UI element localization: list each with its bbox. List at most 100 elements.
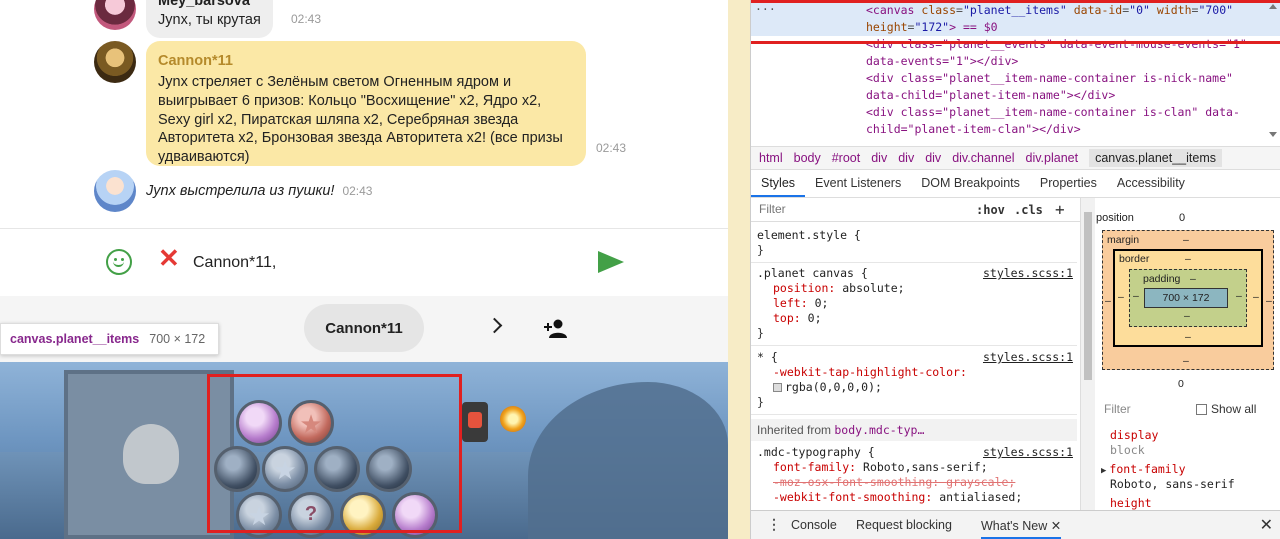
- emoji-icon[interactable]: [106, 249, 132, 275]
- breadcrumb-item-active[interactable]: canvas.planet__items: [1089, 149, 1222, 167]
- devtools-inspect-tooltip: canvas.planet__items 700 × 172: [0, 323, 219, 355]
- send-icon[interactable]: [598, 251, 624, 273]
- styles-pane: :hov .cls + element.style { } .planet ca…: [751, 198, 1081, 510]
- css-property[interactable]: left: 0;: [757, 296, 1071, 311]
- breadcrumb-item[interactable]: div: [898, 151, 914, 165]
- scroll-down-icon[interactable]: [1269, 132, 1277, 137]
- prize-slot[interactable]: [392, 492, 438, 538]
- css-property[interactable]: -webkit-tap-highlight-color:: [757, 365, 1071, 380]
- computed-value: block: [1110, 443, 1145, 457]
- prize-slot[interactable]: [288, 400, 334, 446]
- computed-property[interactable]: ▶ font-family: [1101, 462, 1186, 476]
- element-line[interactable]: <div class="planet__item-name-container …: [866, 70, 1233, 87]
- breadcrumb-item[interactable]: div.planet: [1026, 151, 1079, 165]
- message-time: 02:43: [342, 184, 373, 198]
- breadcrumb-item[interactable]: div.channel: [952, 151, 1014, 165]
- inherited-header: Inherited from body.mdc-typ…: [751, 419, 1077, 441]
- color-swatch-icon[interactable]: [773, 383, 782, 392]
- hov-toggle[interactable]: :hov: [976, 203, 1005, 217]
- show-all-checkbox[interactable]: Show all: [1196, 402, 1256, 416]
- rule-source-link[interactable]: styles.scss:1: [983, 350, 1073, 365]
- element-line[interactable]: <div class="planet__item-name-container …: [866, 104, 1240, 121]
- devtools-panel: ··· <canvas class="planet__items" data-i…: [750, 0, 1280, 539]
- css-property[interactable]: font-family: Roboto,sans-serif;: [757, 460, 1071, 475]
- box-model-padding[interactable]: padding – – – – 700 × 172: [1129, 269, 1247, 327]
- drawer-tab-console[interactable]: Console: [791, 518, 837, 532]
- message-author[interactable]: Cannon*11: [158, 52, 574, 71]
- prize-slot[interactable]: [262, 446, 308, 492]
- tab-styles[interactable]: Styles: [751, 170, 806, 197]
- breadcrumb-item[interactable]: html: [759, 151, 783, 165]
- inherited-from-link[interactable]: body.mdc-typ…: [834, 423, 924, 437]
- add-rule-icon[interactable]: +: [1055, 200, 1065, 219]
- rule-selector[interactable]: element.style {: [757, 228, 1071, 243]
- tab-accessibility[interactable]: Accessibility: [1107, 170, 1195, 197]
- triangle-right-icon[interactable]: ▶: [1101, 466, 1106, 476]
- message-bubble: Mey_barsova Jynx, ты крутая 02:43: [146, 0, 321, 38]
- system-message: Jynx выстрелила из пушки! 02:43: [146, 183, 372, 199]
- tab-dom-breakpoints[interactable]: DOM Breakpoints: [911, 170, 1030, 197]
- breadcrumb-item[interactable]: #root: [832, 151, 861, 165]
- message-time: 02:43: [291, 12, 322, 26]
- tooltip-selector: canvas.planet__items: [10, 332, 140, 346]
- rule-close: }: [757, 395, 764, 409]
- breadcrumb: html body #root div div div div.channel …: [751, 146, 1280, 170]
- drawer-tab-request-blocking[interactable]: Request blocking: [856, 518, 952, 532]
- box-model-margin[interactable]: margin – – – – border – – – – padding – …: [1102, 230, 1274, 370]
- rule-source-link[interactable]: styles.scss:1: [983, 445, 1073, 460]
- element-line[interactable]: child="planet-item-clan"></div>: [866, 121, 1081, 138]
- rule-source-link[interactable]: styles.scss:1: [983, 266, 1073, 281]
- breadcrumb-item[interactable]: body: [794, 151, 821, 165]
- element-line[interactable]: data-events="1"></div>: [866, 53, 1018, 70]
- highlight-box: [751, 0, 1280, 44]
- devtools-drawer: ⋮ Console Request blocking What's New ✕ …: [751, 510, 1280, 539]
- chevron-right-icon[interactable]: [486, 317, 503, 334]
- css-property-value[interactable]: rgba(0,0,0,0);: [757, 380, 1071, 395]
- breadcrumb-item[interactable]: div: [871, 151, 887, 165]
- styles-filter-input[interactable]: [759, 202, 959, 216]
- css-property[interactable]: position: absolute;: [757, 281, 1071, 296]
- prize-slot[interactable]: [214, 446, 260, 492]
- nick-button[interactable]: Cannon*11: [304, 304, 424, 352]
- planet-items-canvas[interactable]: [0, 362, 728, 539]
- message-1: Mey_barsova Jynx, ты крутая 02:43: [94, 0, 321, 38]
- elements-tree: ··· <canvas class="planet__items" data-i…: [751, 0, 1280, 146]
- scrollbar-thumb[interactable]: [1084, 212, 1092, 380]
- css-property[interactable]: top: 0;: [757, 311, 1071, 326]
- prize-slot[interactable]: [366, 446, 412, 492]
- styles-scrollbar[interactable]: [1081, 198, 1095, 510]
- tab-properties[interactable]: Properties: [1030, 170, 1107, 197]
- computed-pane: position 0 margin – – – – border – – – –…: [1096, 198, 1280, 510]
- element-line[interactable]: data-child="planet-item-name"></div>: [866, 87, 1115, 104]
- avatar[interactable]: [94, 41, 136, 83]
- computed-property[interactable]: height: [1110, 496, 1152, 510]
- prize-slot[interactable]: [314, 446, 360, 492]
- computed-filter-input[interactable]: Filter: [1104, 402, 1131, 416]
- prize-slot[interactable]: [340, 492, 386, 538]
- more-options-icon[interactable]: ⋮: [767, 516, 781, 533]
- drawer-tab-whats-new[interactable]: What's New ✕: [981, 518, 1062, 539]
- prize-slot[interactable]: [288, 492, 334, 538]
- box-model-bottom: 0: [1178, 378, 1184, 390]
- breadcrumb-item[interactable]: div: [925, 151, 941, 165]
- checkbox-icon[interactable]: [1196, 404, 1207, 415]
- avatar[interactable]: [94, 0, 136, 30]
- add-friend-icon[interactable]: [544, 318, 568, 338]
- computed-property[interactable]: display: [1110, 428, 1158, 442]
- box-model-content[interactable]: 700 × 172: [1144, 288, 1228, 308]
- close-drawer-icon[interactable]: ✕: [1260, 515, 1273, 535]
- cls-toggle[interactable]: .cls: [1014, 203, 1043, 217]
- message-author[interactable]: Mey_barsova: [158, 0, 261, 11]
- avatar[interactable]: [94, 170, 136, 212]
- styles-filter-row: :hov .cls +: [751, 198, 1080, 222]
- css-property-overridden[interactable]: -moz-osx-font-smoothing: grayscale;: [757, 475, 1071, 490]
- box-model-border[interactable]: border – – – – padding – – – – 700 × 172: [1113, 249, 1263, 347]
- panel-divider[interactable]: [728, 0, 750, 539]
- prize-slot[interactable]: [236, 492, 282, 538]
- prize-slot[interactable]: [236, 400, 282, 446]
- tab-event-listeners[interactable]: Event Listeners: [805, 170, 911, 197]
- css-property[interactable]: -webkit-font-smoothing: antialiased;: [757, 490, 1071, 505]
- close-icon[interactable]: ✕: [1051, 519, 1061, 533]
- close-icon[interactable]: ✕: [158, 245, 180, 271]
- message-input[interactable]: [193, 251, 573, 275]
